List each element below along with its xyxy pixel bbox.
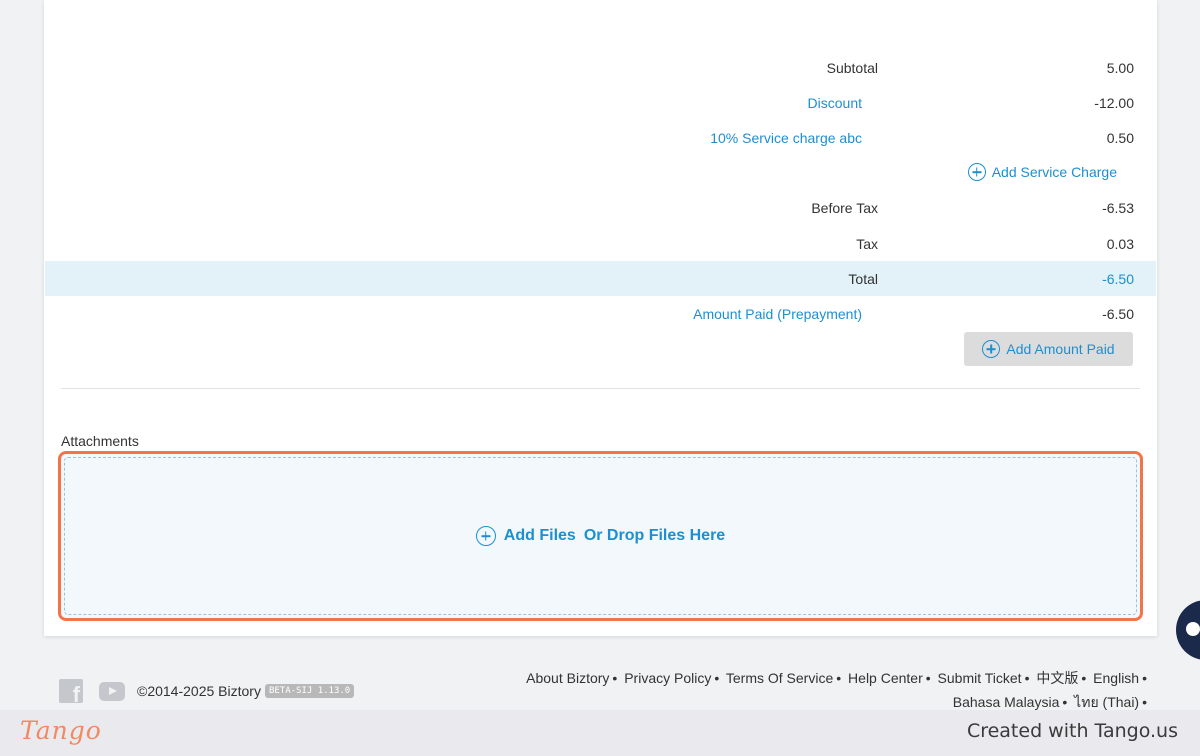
discount-value: -12.00 (1094, 94, 1134, 111)
total-value: -6.50 (1102, 270, 1134, 287)
footer-link-thai[interactable]: ไทย (Thai) (1074, 694, 1139, 710)
amount-paid-value: -6.50 (1102, 305, 1134, 322)
footer-link-english[interactable]: English (1093, 670, 1139, 686)
footer-left: f ©2014-2025 Biztory BETA-SIJ 1.13.0 (59, 679, 355, 703)
footer-link-about[interactable]: About Biztory (526, 670, 609, 686)
before-tax-value: -6.53 (1102, 199, 1134, 216)
service-charge-link[interactable]: 10% Service charge abc (710, 130, 862, 146)
file-dropzone[interactable]: Add Files Or Drop Files Here (58, 451, 1143, 621)
amount-paid-row: Amount Paid (Prepayment) -6.50 (44, 296, 1157, 331)
version-badge: BETA-SIJ 1.13.0 (264, 684, 355, 698)
before-tax-label: Before Tax (811, 199, 878, 216)
add-amount-paid-button[interactable]: Add Amount Paid (964, 332, 1133, 366)
tango-logo: Tango (20, 716, 102, 745)
subtotal-value: 5.00 (1106, 59, 1134, 76)
tax-value: 0.03 (1106, 235, 1134, 252)
tax-label: Tax (856, 235, 878, 252)
footer-links: About Biztory • Privacy Policy • Terms Of … (526, 670, 1147, 710)
total-row: Total -6.50 (45, 261, 1156, 296)
footer-link-ticket[interactable]: Submit Ticket (938, 670, 1022, 686)
footer-link-chinese[interactable]: 中文版 (1036, 670, 1078, 686)
tango-credit: Created with Tango.us (966, 720, 1178, 742)
plus-circle-icon (475, 526, 496, 546)
subtotal-label: Subtotal (826, 59, 878, 76)
before-tax-row: Before Tax -6.53 (44, 190, 1157, 225)
tax-row: Tax 0.03 (44, 226, 1157, 261)
footer-link-help[interactable]: Help Center (848, 670, 923, 686)
add-service-charge-label: Add Service Charge (991, 164, 1117, 180)
chat-widget-button[interactable] (1176, 600, 1200, 660)
add-files-label: Add Files (503, 527, 576, 544)
add-service-charge-button[interactable]: Add Service Charge (967, 162, 1117, 182)
subtotal-row: Subtotal 5.00 (44, 50, 1157, 85)
service-charge-row: 10% Service charge abc 0.50 (44, 120, 1157, 155)
divider (61, 388, 1140, 389)
youtube-icon[interactable] (99, 681, 125, 701)
plus-circle-icon (982, 340, 1001, 358)
tango-bar: Tango Created with Tango.us (0, 710, 1200, 756)
footer-link-privacy[interactable]: Privacy Policy (624, 670, 711, 686)
footer-link-terms[interactable]: Terms Of Service (726, 670, 833, 686)
plus-circle-icon (967, 163, 986, 181)
total-label: Total (848, 270, 878, 287)
add-amount-paid-label: Add Amount Paid (1006, 341, 1115, 357)
copyright-text: ©2014-2025 Biztory (137, 683, 261, 699)
amount-paid-link[interactable]: Amount Paid (Prepayment) (693, 306, 862, 322)
discount-row: Discount -12.00 (44, 85, 1157, 120)
facebook-icon[interactable]: f (59, 679, 83, 703)
drop-files-label: Or Drop Files Here (583, 527, 726, 544)
discount-link[interactable]: Discount (808, 95, 862, 111)
footer-link-malay[interactable]: Bahasa Malaysia (953, 694, 1060, 710)
service-charge-value: 0.50 (1106, 129, 1134, 146)
add-files-button[interactable]: Add Files Or Drop Files Here (475, 526, 726, 546)
invoice-card: Subtotal 5.00 Discount -12.00 10% Servic… (44, 0, 1157, 636)
attachments-label: Attachments (61, 433, 139, 449)
